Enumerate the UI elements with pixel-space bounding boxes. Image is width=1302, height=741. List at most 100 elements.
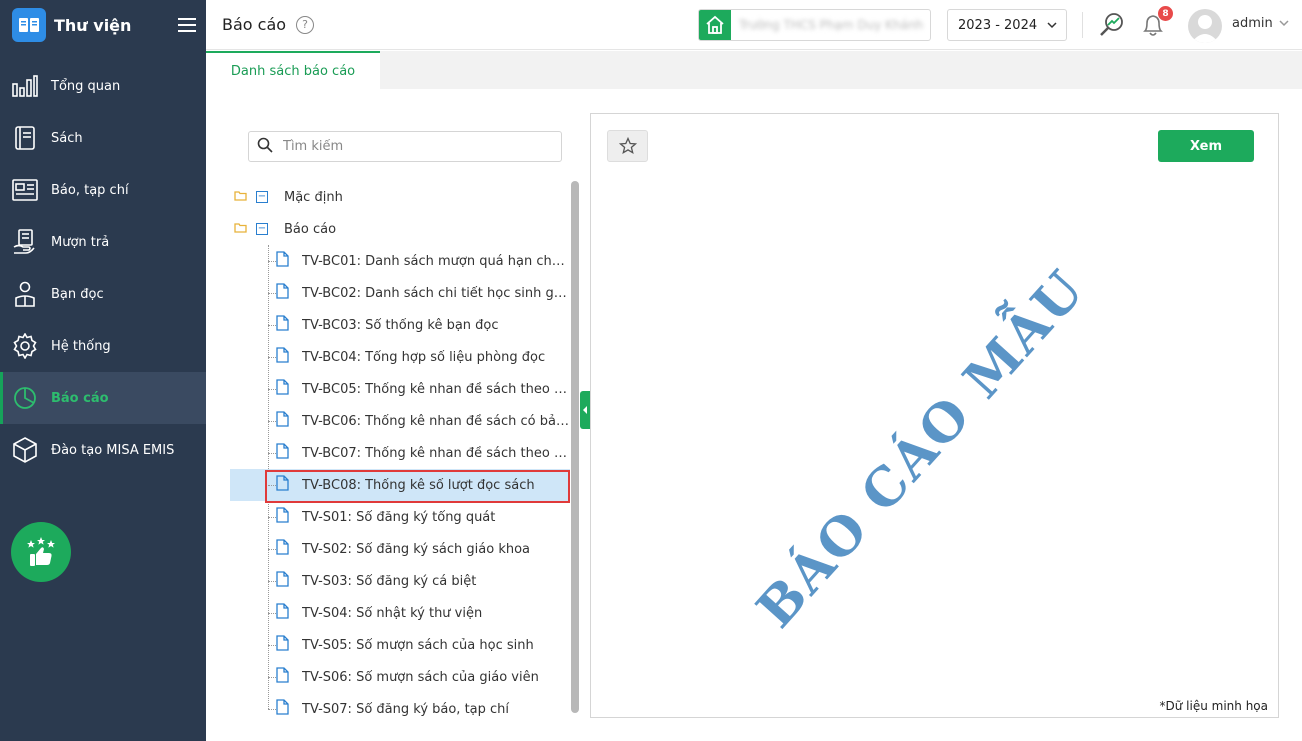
favorite-star-button[interactable] [607, 130, 648, 162]
search-input[interactable] [283, 139, 543, 154]
report-preview-panel: Xem BÁO CÁO MẪU *Dữ liệu minh họa [590, 113, 1279, 718]
sidebar-item-label: Báo, tạp chí [51, 182, 129, 198]
report-item[interactable]: TV-BC04: Tổng hợp số liệu phòng đọc [230, 341, 570, 373]
brand-name: Thư viện [54, 15, 132, 35]
sidebar-item-label: Đào tạo MISA EMIS [51, 442, 175, 458]
report-item-label: TV-BC02: Danh sách chi tiết học sinh giá… [302, 285, 570, 301]
search-icon [257, 137, 273, 157]
sidebar-item-sach[interactable]: Sách [0, 112, 206, 164]
view-button[interactable]: Xem [1158, 130, 1254, 162]
report-list: TV-BC01: Danh sách mượn quá hạn chưa trả… [230, 245, 570, 725]
collapse-toggle-icon[interactable]: − [256, 191, 268, 203]
sidebar: Thư viện Tổng quan Sách Báo, tạp chí Mượ… [0, 0, 206, 741]
hand-book-icon [12, 229, 38, 255]
document-icon [276, 571, 290, 591]
demo-data-note: *Dữ liệu minh họa [1159, 699, 1268, 713]
header-divider [1082, 12, 1083, 38]
sidebar-item-bao-tap-chi[interactable]: Báo, tạp chí [0, 164, 206, 216]
feedback-thumbs-up-button[interactable] [11, 522, 71, 582]
report-item[interactable]: TV-S03: Sổ đăng ký cá biệt [230, 565, 570, 597]
document-icon [276, 635, 290, 655]
report-item-label: TV-BC03: Sổ thống kê bạn đọc [302, 317, 499, 333]
report-item[interactable]: TV-BC03: Sổ thống kê bạn đọc [230, 309, 570, 341]
report-search-box[interactable] [248, 131, 562, 162]
cube-icon [12, 437, 38, 463]
report-item[interactable]: TV-S01: Sổ đăng ký tổng quát [230, 501, 570, 533]
collapse-toggle-icon[interactable]: − [256, 223, 268, 235]
report-item-label: TV-S06: Sổ mượn sách của giáo viên [302, 669, 539, 685]
top-header: Báo cáo ? Trường THCS Phạm Duy Khánh 202… [206, 0, 1302, 50]
report-item[interactable]: TV-S06: Sổ mượn sách của giáo viên [230, 661, 570, 693]
school-selector[interactable]: Trường THCS Phạm Duy Khánh [698, 9, 931, 41]
hamburger-menu-icon[interactable] [168, 18, 206, 32]
document-icon [276, 347, 290, 367]
sidebar-item-he-thong[interactable]: Hệ thống [0, 320, 206, 372]
folder-icon [234, 222, 248, 237]
report-item-label: TV-S05: Sổ mượn sách của học sinh [302, 637, 534, 653]
library-logo-icon [12, 8, 46, 42]
report-item[interactable]: TV-BC07: Thống kê nhan đề sách theo lượt… [230, 437, 570, 469]
sidebar-nav: Tổng quan Sách Báo, tạp chí Mượn trả Bạn… [0, 60, 206, 476]
tree-folder-bao-cao[interactable]: − Báo cáo [230, 213, 570, 245]
sidebar-item-ban-doc[interactable]: Bạn đọc [0, 268, 206, 320]
report-item-label: TV-BC06: Thống kê nhan đề sách có bản sa… [302, 413, 570, 429]
report-item[interactable]: TV-BC01: Danh sách mượn quá hạn chưa trả [230, 245, 570, 277]
sidebar-item-dao-tao[interactable]: Đào tạo MISA EMIS [0, 424, 206, 476]
folder-label: Mặc định [284, 189, 343, 205]
report-item[interactable]: TV-BC08: Thống kê số lượt đọc sách [230, 469, 570, 503]
sidebar-item-muon-tra[interactable]: Mượn trả [0, 216, 206, 268]
sidebar-item-tong-quan[interactable]: Tổng quan [0, 60, 206, 112]
school-name: Trường THCS Phạm Duy Khánh [739, 18, 924, 32]
document-icon [276, 443, 290, 463]
tree-scrollbar[interactable] [571, 181, 579, 713]
report-item-label: TV-S01: Sổ đăng ký tổng quát [302, 509, 496, 525]
notification-count-badge: 8 [1158, 6, 1173, 21]
book-icon [12, 125, 38, 151]
chevron-down-icon[interactable] [1278, 17, 1290, 33]
report-item[interactable]: TV-S05: Sổ mượn sách của học sinh [230, 629, 570, 661]
report-item[interactable]: TV-S07: Sổ đăng ký báo, tạp chí [230, 693, 570, 725]
sidebar-item-bao-cao[interactable]: Báo cáo [0, 372, 206, 424]
newspaper-icon [12, 177, 38, 203]
avatar[interactable] [1188, 9, 1222, 43]
document-icon [276, 539, 290, 559]
brand: Thư viện [0, 0, 206, 50]
star-icon [618, 137, 637, 155]
report-item[interactable]: TV-BC06: Thống kê nhan đề sách có bản sa… [230, 405, 570, 437]
report-item-label: TV-S07: Sổ đăng ký báo, tạp chí [302, 701, 510, 717]
report-item-label: TV-BC07: Thống kê nhan đề sách theo lượt… [302, 445, 570, 461]
document-icon [276, 251, 290, 271]
thumbs-up-stars-icon [27, 537, 55, 566]
sidebar-item-label: Sách [51, 130, 83, 146]
tabs-bar: Danh sách báo cáo [206, 51, 1302, 89]
sidebar-item-label: Tổng quan [51, 78, 121, 94]
report-item-label: TV-BC01: Danh sách mượn quá hạn chưa trả [302, 253, 570, 269]
report-item[interactable]: TV-BC02: Danh sách chi tiết học sinh giá… [230, 277, 570, 309]
report-item-label: TV-BC04: Tổng hợp số liệu phòng đọc [302, 349, 546, 365]
document-icon [276, 411, 290, 431]
tree-folder-mac-dinh[interactable]: − Mặc định [230, 181, 570, 213]
chevron-down-icon [1046, 19, 1058, 35]
school-year-value: 2023 - 2024 [958, 17, 1038, 33]
document-icon [276, 699, 290, 719]
username[interactable]: admin [1232, 16, 1273, 31]
page-title: Báo cáo [222, 15, 287, 34]
school-year-select[interactable]: 2023 - 2024 [947, 9, 1067, 41]
report-item-label: TV-S03: Sổ đăng ký cá biệt [302, 573, 477, 589]
document-icon [276, 283, 290, 303]
folder-icon [234, 190, 248, 205]
reader-icon [12, 281, 38, 307]
search-analytics-icon[interactable] [1098, 11, 1126, 43]
report-item-label: TV-S04: Sổ nhật ký thư viện [302, 605, 483, 621]
sample-report-watermark: BÁO CÁO MẪU [745, 258, 1097, 640]
selection-highlight [265, 470, 570, 503]
report-item[interactable]: TV-S02: Sổ đăng ký sách giáo khoa [230, 533, 570, 565]
gear-icon [12, 333, 38, 359]
document-icon [276, 379, 290, 399]
report-item[interactable]: TV-BC05: Thống kê nhan đề sách theo lượt… [230, 373, 570, 405]
tab-danh-sach-bao-cao[interactable]: Danh sách báo cáo [206, 51, 380, 89]
report-item[interactable]: TV-S04: Sổ nhật ký thư viện [230, 597, 570, 629]
report-item-label: TV-BC05: Thống kê nhan đề sách theo lượt… [302, 381, 570, 397]
help-icon[interactable]: ? [296, 15, 315, 34]
panel-collapse-handle[interactable] [580, 391, 590, 429]
